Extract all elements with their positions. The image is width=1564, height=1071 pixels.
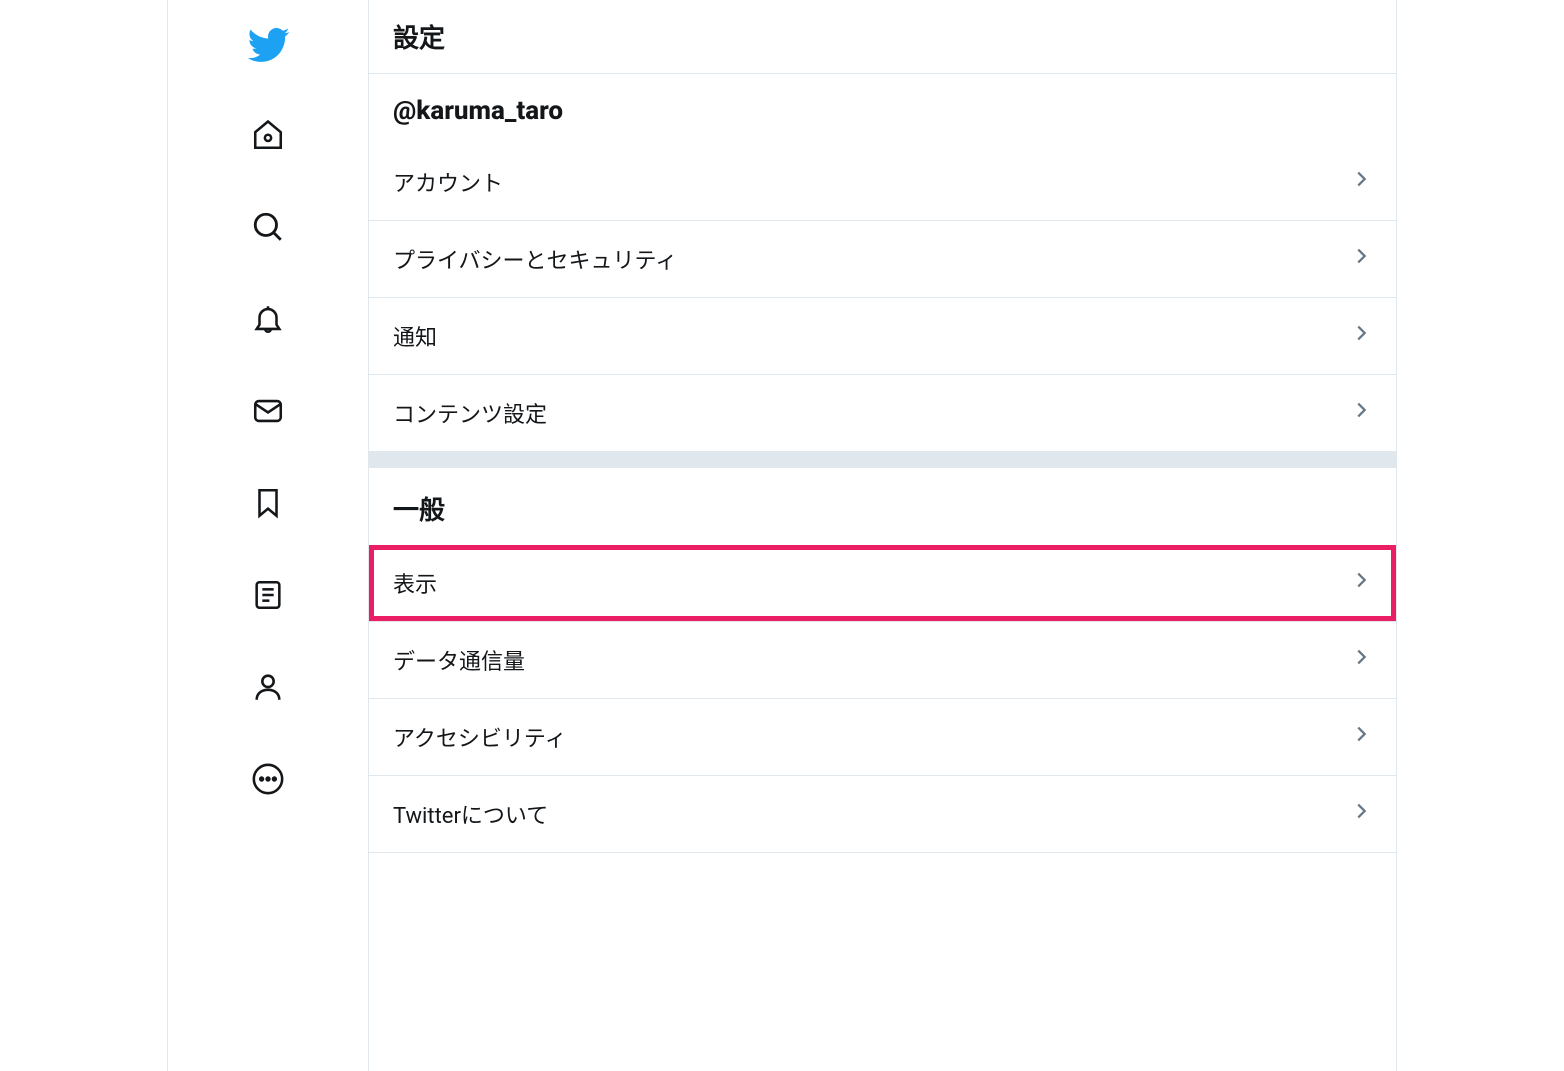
settings-item-label: Twitterについて <box>393 798 548 830</box>
settings-item-display[interactable]: 表示 <box>369 545 1396 622</box>
general-section-header: 一般 <box>369 468 1396 545</box>
settings-item-accessibility[interactable]: アクセシビリティ <box>369 699 1396 776</box>
main-content: 設定 @karuma_taro アカウント プライバシーとセキュリティ 通知 コ… <box>368 0 1396 1071</box>
chevron-right-icon <box>1350 168 1372 196</box>
chevron-right-icon <box>1350 800 1372 828</box>
page-title: 設定 <box>369 0 1396 74</box>
list-icon <box>251 578 285 616</box>
nav-notifications[interactable] <box>243 296 293 346</box>
nav-more[interactable] <box>243 756 293 806</box>
chevron-right-icon <box>1350 399 1372 427</box>
envelope-icon <box>251 394 285 432</box>
more-icon <box>251 762 285 800</box>
bookmark-icon <box>251 486 285 524</box>
chevron-right-icon <box>1350 646 1372 674</box>
settings-item-account[interactable]: アカウント <box>369 144 1396 221</box>
settings-item-content[interactable]: コンテンツ設定 <box>369 375 1396 452</box>
settings-item-label: データ通信量 <box>393 644 525 676</box>
home-icon <box>251 118 285 156</box>
bell-icon <box>251 302 285 340</box>
settings-item-label: アクセシビリティ <box>393 721 567 753</box>
chevron-right-icon <box>1350 322 1372 350</box>
chevron-right-icon <box>1350 569 1372 597</box>
twitter-logo[interactable] <box>243 20 293 70</box>
settings-item-about[interactable]: Twitterについて <box>369 776 1396 853</box>
account-username-header: @karuma_taro <box>369 74 1396 144</box>
settings-item-privacy[interactable]: プライバシーとセキュリティ <box>369 221 1396 298</box>
person-icon <box>251 670 285 708</box>
section-divider <box>369 452 1396 468</box>
nav-messages[interactable] <box>243 388 293 438</box>
settings-item-label: 通知 <box>393 320 437 352</box>
settings-item-label: アカウント <box>393 166 503 198</box>
settings-item-notifications[interactable]: 通知 <box>369 298 1396 375</box>
chevron-right-icon <box>1350 245 1372 273</box>
settings-item-label: コンテンツ設定 <box>393 397 547 429</box>
nav-lists[interactable] <box>243 572 293 622</box>
settings-item-label: 表示 <box>393 567 437 599</box>
nav-home[interactable] <box>243 112 293 162</box>
nav-profile[interactable] <box>243 664 293 714</box>
nav-explore[interactable] <box>243 204 293 254</box>
search-icon <box>251 210 285 248</box>
settings-item-data-usage[interactable]: データ通信量 <box>369 622 1396 699</box>
settings-item-label: プライバシーとセキュリティ <box>393 243 677 275</box>
sidebar <box>168 0 368 1071</box>
nav-bookmarks[interactable] <box>243 480 293 530</box>
chevron-right-icon <box>1350 723 1372 751</box>
